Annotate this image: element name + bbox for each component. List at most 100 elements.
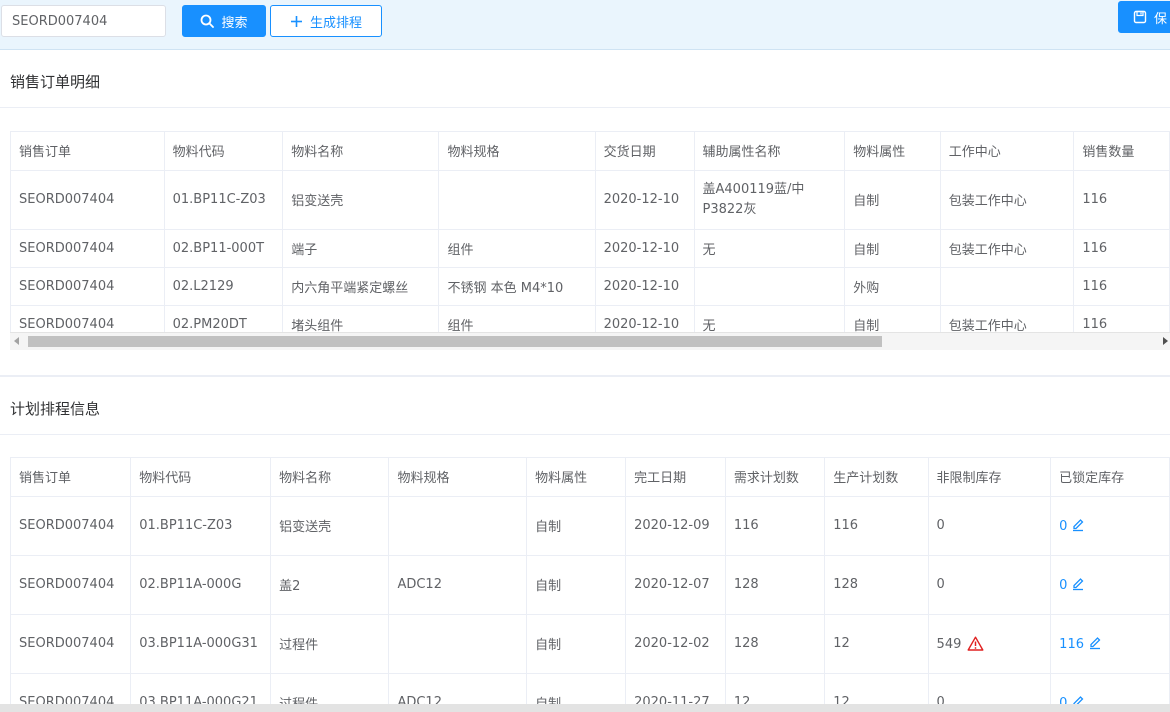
plan-cell: 2020-11-27 (625, 673, 726, 704)
order-table-container: 销售订单 物料代码 物料名称 物料规格 交货日期 辅助属性名称 物料属性 工作中心 销售数量 S… (10, 131, 1170, 332)
plan-cell: 12 (824, 673, 929, 704)
order-cell: SEORD007404 (11, 229, 165, 268)
scroll-right-arrow-icon[interactable] (1163, 337, 1168, 345)
search-button[interactable]: 搜索 (182, 5, 266, 37)
plan-cell-text: SEORD007404 (19, 577, 115, 592)
order-cell: 包装工作中心 (940, 229, 1075, 268)
plan-col-header: 物料名称 (270, 458, 390, 497)
order-cell: 自制 (844, 305, 941, 332)
order-section-title: 销售订单明细 (10, 73, 101, 91)
plan-col-header: 需求计划数 (725, 458, 826, 497)
order-table-row[interactable]: SEORD007404 02.L2129 内六角平端紧定螺丝 不锈钢 本色 M4*10… (11, 267, 1170, 306)
order-search-input[interactable] (1, 5, 166, 37)
plan-cell: 盖2 (270, 555, 390, 615)
order-cell: 外购 (844, 267, 941, 306)
plan-table-row[interactable]: SEORD007404 02.BP11A-000G 盖2 ADC12 自制 2020-12… (11, 555, 1170, 615)
order-cell (940, 267, 1075, 306)
order-cell: 端子 (282, 229, 440, 268)
plan-col-header: 完工日期 (625, 458, 726, 497)
search-button-label: 搜索 (221, 15, 248, 31)
edit-pencil-icon[interactable] (1088, 636, 1102, 650)
plan-cell (388, 614, 528, 674)
plan-cell-text: 2020-12-07 (634, 577, 710, 592)
generate-schedule-label: 生成排程 (309, 15, 362, 31)
plan-col-header: 生产计划数 (824, 458, 929, 497)
save-button-label: 保 (1154, 11, 1168, 27)
plan-cell-text: 116 (833, 518, 859, 533)
plan-cell: 2020-12-07 (625, 555, 726, 615)
plan-cell-text: 02.BP11A-000G (139, 577, 242, 592)
edit-pencil-icon[interactable] (1071, 695, 1085, 705)
order-cell: SEORD007404 (11, 170, 165, 230)
order-col-header: 物料属性 (844, 132, 941, 171)
plan-cell-text: 自制 (535, 520, 562, 535)
locked-stock-link[interactable]: 116 (1059, 637, 1084, 652)
plan-table-row[interactable]: SEORD007404 03.BP11A-000G21 过程件 ADC12 自制 2020… (11, 673, 1170, 704)
bottom-status-strip (0, 704, 1170, 712)
order-cell: 自制 (844, 170, 941, 230)
plan-cell: 02.BP11A-000G (130, 555, 272, 615)
plan-cell-text: SEORD007404 (19, 695, 115, 704)
order-cell: 包装工作中心 (940, 170, 1075, 230)
plan-cell: 128 (824, 555, 929, 615)
plan-cell: 03.BP11A-000G31 (130, 614, 272, 674)
plan-table-row[interactable]: SEORD007404 03.BP11A-000G31 过程件 自制 2020-12-0… (11, 614, 1170, 674)
plan-cell-text: 2020-12-09 (634, 518, 710, 533)
order-table-row[interactable]: SEORD007404 01.BP11C-Z03 铝变送壳 2020-12-10 盖A4… (11, 170, 1170, 230)
plan-cell-text: 549 (936, 636, 962, 652)
plan-cell-text: 128 (733, 636, 759, 651)
plan-section-title: 计划排程信息 (10, 400, 101, 418)
locked-stock-link[interactable]: 0 (1059, 519, 1067, 534)
edit-pencil-icon[interactable] (1071, 518, 1085, 532)
order-cell: 组件 (438, 305, 596, 332)
order-table-horizontal-scrollbar[interactable] (10, 332, 1170, 350)
save-button[interactable]: 保 (1118, 1, 1170, 33)
plan-cell-text: 116 (733, 518, 759, 533)
locked-stock-link[interactable]: 0 (1059, 578, 1067, 593)
order-col-header: 物料名称 (282, 132, 440, 171)
plan-col-header: 物料属性 (526, 458, 627, 497)
generate-schedule-button[interactable]: 生成排程 (270, 5, 382, 37)
plan-cell: SEORD007404 (11, 555, 132, 615)
scroll-left-arrow-icon[interactable] (14, 337, 19, 345)
plan-cell: 12 (725, 673, 826, 704)
order-cell (694, 267, 846, 306)
plan-table-row[interactable]: SEORD007404 01.BP11C-Z03 铝变送壳 自制 2020-12-09 1… (11, 496, 1170, 556)
order-table-row[interactable]: SEORD007404 02.PM20DT 堵头组件 组件 2020-12-10 无自制包… (11, 305, 1170, 332)
order-cell: 堵头组件 (282, 305, 440, 332)
plan-cell-text: 03.BP11A-000G31 (139, 636, 258, 651)
edit-pencil-icon[interactable] (1071, 577, 1085, 591)
plan-cell-text: 过程件 (279, 697, 318, 704)
plan-cell-text: 03.BP11A-000G21 (139, 695, 258, 704)
plan-cell: 12 (824, 614, 929, 674)
order-table-row[interactable]: SEORD007404 02.BP11-000T 端子 组件 2020-12-10 无自制… (11, 229, 1170, 268)
plan-cell: 01.BP11C-Z03 (130, 496, 272, 556)
plan-cell-text: 0 (936, 695, 945, 704)
order-cell: 组件 (438, 229, 596, 268)
plan-cell: 0 (1050, 673, 1170, 705)
top-toolbar: 搜索 生成排程 保 (0, 0, 1170, 50)
plan-cell-text: 自制 (535, 579, 562, 594)
order-cell: 铝变送壳 (282, 170, 440, 230)
plan-cell: 128 (725, 555, 826, 615)
plan-cell: 过程件 (270, 673, 390, 704)
order-cell: 02.BP11-000T (164, 229, 284, 268)
locked-stock-link[interactable]: 0 (1059, 696, 1067, 705)
plan-cell: 2020-12-02 (625, 614, 726, 674)
plan-section-header: 计划排程信息 (0, 377, 1170, 435)
plan-cell: 116 (725, 496, 826, 556)
plan-cell-text: 128 (833, 577, 859, 592)
plan-cell-text: 0 (936, 577, 945, 592)
order-cell: 2020-12-10 (595, 305, 695, 332)
order-col-header: 工作中心 (940, 132, 1075, 171)
plan-cell-text: SEORD007404 (19, 518, 115, 533)
plan-col-header: 已锁定库存 (1050, 458, 1170, 497)
scrollbar-thumb[interactable] (28, 336, 882, 347)
order-cell: 2020-12-10 (595, 267, 695, 306)
plan-cell: SEORD007404 (11, 673, 132, 704)
plan-cell: 过程件 (270, 614, 390, 674)
order-cell: SEORD007404 (11, 305, 165, 332)
order-cell: 2020-12-10 (595, 170, 695, 230)
order-cell: 116 (1073, 170, 1170, 230)
order-col-header: 销售订单 (11, 132, 165, 171)
